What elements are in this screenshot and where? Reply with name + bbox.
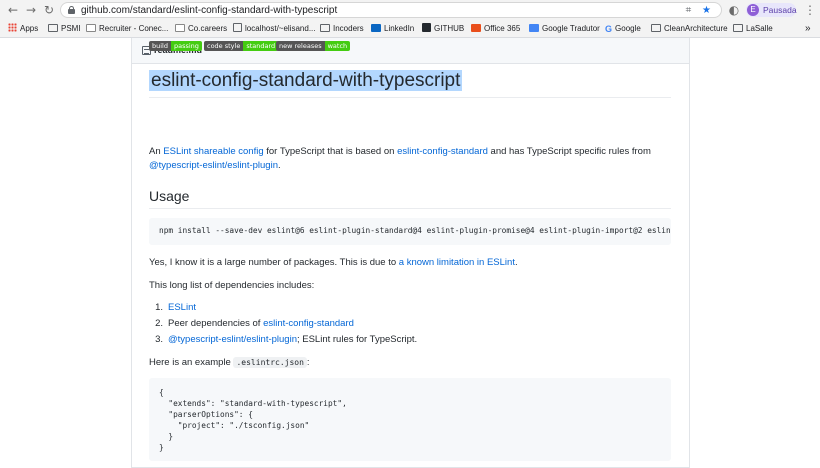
known-limitation-text: Yes, I know it is a large number of pack… (149, 257, 518, 268)
install-command: npm install --save-dev eslint@6 eslint-p… (159, 226, 671, 235)
bookmark-incoders[interactable]: Incoders (320, 23, 364, 35)
code-line: "parserOptions": { (159, 410, 253, 419)
bookmark-lasalle[interactable]: LaSalle (733, 23, 773, 35)
page-icon (86, 24, 96, 32)
bookmark-star-icon[interactable]: ★ (701, 5, 712, 16)
known-limitation-link[interactable]: a known limitation in ESLint (399, 257, 515, 268)
bookmark-recruiter[interactable]: Recruiter - Conec... (86, 23, 168, 35)
code-line: "extends": "standard-with-typescript", (159, 399, 347, 408)
code-line: } (159, 432, 174, 441)
folder-icon (320, 24, 330, 32)
example-code-block[interactable]: { "extends": "standard-with-typescript",… (149, 378, 671, 461)
bookmark-apps[interactable]: Apps (8, 23, 38, 35)
bookmark-psmi[interactable]: PSMI (48, 23, 81, 35)
intro-line-2: @typescript-eslint/eslint-plugin. (149, 160, 281, 171)
dep-eslint-link[interactable]: ESLint (168, 302, 196, 313)
eslint-config-standard-link[interactable]: eslint-config-standard (397, 146, 488, 157)
eslint-link[interactable]: ESLint (163, 146, 191, 157)
bookmark-cocareers[interactable]: Co.careers (175, 23, 227, 35)
deps-intro: This long list of dependencies includes: (149, 280, 315, 291)
profile-name: Pausada (763, 5, 797, 15)
example-intro: Here is an example .eslintrc.json: (149, 357, 310, 368)
extension-icon[interactable]: ◐ (727, 3, 741, 17)
eslintrc-inline-code: .eslintrc.json (233, 357, 307, 368)
google-translate-icon (529, 24, 539, 32)
bookmark-google[interactable]: G Google (605, 23, 641, 35)
reload-icon[interactable]: ↻ (42, 3, 56, 17)
menu-kebab-icon[interactable]: ⋮ (803, 3, 817, 17)
folder-icon (48, 24, 58, 32)
forward-icon[interactable]: → (24, 3, 38, 17)
globe-icon (233, 23, 242, 32)
intro-line-1: An ESLint shareable config for TypeScrip… (149, 146, 651, 157)
title-divider (149, 97, 671, 98)
bookmark-office365[interactable]: Office 365 (471, 23, 520, 35)
url-text[interactable]: github.com/standard/eslint-config-standa… (81, 4, 337, 17)
code-line: "project": "./tsconfig.json" (159, 421, 310, 430)
bookmark-google-tradutor[interactable]: Google Tradutor (529, 23, 600, 35)
badge-code-style[interactable]: code style standard (204, 41, 279, 51)
translate-icon[interactable]: ⌗ (683, 5, 694, 16)
shareable-config-link[interactable]: shareable config (194, 146, 264, 157)
bookmark-localhost[interactable]: localhost/~elisand... (233, 23, 316, 35)
list-item: 3. @typescript-eslint/eslint-plugin; ESLi… (155, 334, 418, 345)
profile-button[interactable]: E Pausada (746, 3, 797, 17)
typescript-eslint-plugin-link[interactable]: @typescript-eslint/eslint-plugin (149, 160, 278, 171)
code-line: { (159, 388, 164, 397)
bookmarks-bar: Apps PSMI Recruiter - Conec... Co.career… (0, 20, 820, 38)
install-code-block[interactable]: npm install --save-dev eslint@6 eslint-p… (149, 218, 671, 245)
bookmark-linkedin[interactable]: LinkedIn (371, 23, 414, 35)
badge-build[interactable]: build passing (149, 41, 202, 51)
avatar: E (747, 4, 759, 16)
dep-typescript-eslint-plugin-link[interactable]: @typescript-eslint/eslint-plugin (168, 334, 297, 345)
bookmark-github[interactable]: GITHUB (422, 23, 464, 35)
bookmark-cleanarchitecture[interactable]: CleanArchitecture (651, 23, 728, 35)
badge-new-releases[interactable]: new releases watch (276, 41, 351, 51)
address-bar[interactable]: github.com/standard/eslint-config-standa… (60, 2, 722, 18)
dep-eslint-config-standard-link[interactable]: eslint-config-standard (263, 318, 354, 329)
folder-icon (733, 24, 743, 32)
code-line: } (159, 443, 164, 452)
page-title: eslint-config-standard-with-typescript (149, 70, 463, 91)
browser-toolbar: ← → ↻ github.com/standard/eslint-config-… (0, 0, 820, 20)
lock-icon (68, 6, 75, 14)
page-icon (175, 24, 185, 32)
list-item: 1. ESLint (155, 302, 196, 313)
usage-divider (149, 208, 671, 209)
office-icon (471, 24, 481, 32)
bookmarks-overflow-icon[interactable]: » (805, 23, 811, 35)
folder-icon (651, 24, 661, 32)
list-item: 2. Peer dependencies of eslint-config-sta… (155, 318, 354, 329)
linkedin-icon (371, 24, 381, 32)
apps-grid-icon (8, 23, 17, 32)
usage-heading: Usage (149, 188, 190, 204)
github-icon (422, 23, 431, 32)
google-icon: G (605, 24, 613, 34)
back-icon[interactable]: ← (6, 3, 20, 17)
